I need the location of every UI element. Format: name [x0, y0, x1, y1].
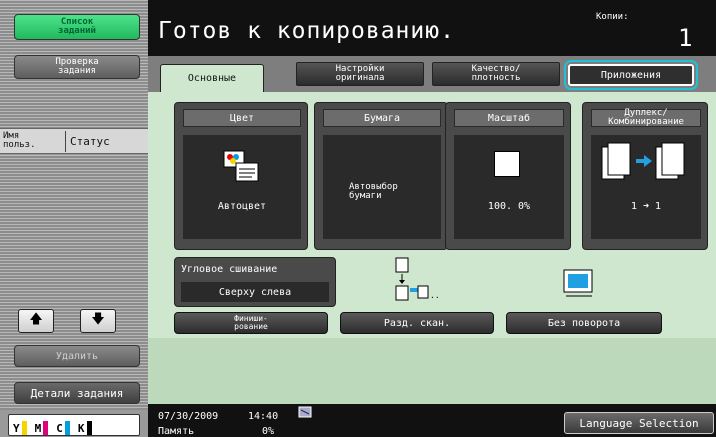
user-column-header: Имя польз. [3, 131, 36, 150]
basic-settings-panel: Цвет Автоцвет Бумага Автовыбор бумаги Ма… [148, 92, 716, 404]
status-column-header: Статус [70, 135, 110, 148]
toner-black-bar [86, 421, 92, 435]
scroll-down-button[interactable]: 🡇 [80, 309, 116, 333]
tab-label: Качество/ плотность [471, 64, 521, 83]
tab-label: Приложения [600, 69, 662, 81]
staple-function-button[interactable]: Угловое сшивание Сверху слева [174, 257, 336, 307]
paper-function-button[interactable]: Бумага Автовыбор бумаги [314, 102, 448, 250]
toner-yellow-bar [21, 421, 27, 435]
duplex-display: 1 ➜ 1 [591, 135, 701, 239]
copies-label: Копии: [596, 12, 629, 22]
job-check-label: Проверка задания [55, 57, 99, 76]
memory-label: Память [158, 426, 195, 437]
duplex-title: Дуплекс/ Комбинирование [591, 109, 701, 127]
language-selection-button[interactable]: Language Selection [564, 412, 714, 434]
separate-scan-label: Разд. скан. [383, 317, 451, 329]
page-icon [494, 151, 520, 177]
job-list-button[interactable]: Список заданий [14, 14, 140, 40]
arrow-down-icon: 🡇 [91, 312, 105, 327]
job-check-button[interactable]: Проверка задания [14, 55, 140, 79]
tab-label: Основные [187, 73, 237, 84]
scroll-up-button[interactable]: 🡅 [18, 309, 54, 333]
memory-value: 0% [262, 426, 275, 437]
copies-count[interactable]: 1 [678, 24, 692, 52]
copier-screen: Список заданий Проверка задания Имя поль… [0, 0, 716, 437]
duplex-function-button[interactable]: Дуплекс/ Комбинирование 1 ➜ 1 [582, 102, 708, 250]
toner-cyan: C [56, 421, 70, 435]
finishing-button[interactable]: Финиши- рование [174, 312, 328, 334]
delete-button[interactable]: Удалить [14, 345, 140, 367]
separate-scan-button[interactable]: Разд. скан. [340, 312, 494, 334]
tab-original-settings[interactable]: Настройки оригинала [296, 62, 424, 86]
toner-magenta: M [35, 421, 49, 435]
main-area: Готов к копированию. Копии: 1 Основные Н… [148, 0, 716, 437]
color-value: Автоцвет [217, 201, 267, 212]
status-time: 14:40 [248, 411, 279, 422]
color-title: Цвет [183, 109, 301, 127]
left-panel: Список заданий Проверка задания Имя поль… [0, 0, 148, 437]
tab-quality-density[interactable]: Качество/ плотность [432, 62, 560, 86]
tab-label: Настройки оригинала [335, 64, 385, 83]
job-details-button[interactable]: Детали задания [14, 382, 140, 404]
job-list-header: Имя польз. Статус [0, 128, 148, 154]
svg-text:...: ... [430, 291, 438, 300]
zoom-display: 100. 0% [454, 135, 564, 239]
delete-label: Удалить [55, 350, 99, 362]
toner-cyan-bar [64, 421, 70, 435]
zoom-title: Масштаб [454, 109, 564, 127]
job-details-label: Детали задания [30, 386, 124, 400]
paper-title: Бумага [323, 109, 441, 127]
color-display: Автоцвет [183, 135, 301, 239]
toner-black: K [78, 421, 92, 435]
color-function-button[interactable]: Цвет Автоцвет [174, 102, 308, 250]
zoom-function-button[interactable]: Масштаб 100. 0% [445, 102, 571, 250]
rotation-preview-icon [563, 269, 593, 297]
column-divider [65, 131, 66, 152]
job-list-label: Список заданий [58, 17, 96, 36]
duplex-value: 1 ➜ 1 [630, 201, 662, 212]
paper-value: Автовыбор бумаги [349, 182, 398, 201]
staple-value: Сверху слева [181, 282, 329, 302]
toner-levels: Y M C K [8, 414, 140, 436]
staple-title: Угловое сшивание [181, 264, 278, 275]
toner-yellow: Y [13, 421, 27, 435]
tab-applications[interactable]: Приложения [564, 60, 698, 90]
no-rotation-label: Без поворота [547, 317, 621, 329]
panel-pattern [0, 155, 148, 410]
color-document-icon [223, 150, 259, 182]
panel-footer [148, 338, 716, 404]
finishing-label: Финиши- рование [234, 314, 268, 331]
paper-display: Автовыбор бумаги [323, 135, 441, 239]
zoom-value: 100. 0% [487, 201, 531, 212]
arrow-up-icon: 🡅 [29, 312, 43, 327]
network-icon [298, 406, 312, 418]
toner-magenta-bar [43, 421, 49, 435]
duplex-icon [601, 142, 685, 180]
tab-basic[interactable]: Основные [160, 64, 264, 92]
no-rotation-button[interactable]: Без поворота [506, 312, 662, 334]
staple-position-icon: ... [395, 257, 438, 301]
status-date: 07/30/2009 [158, 411, 219, 422]
language-selection-label: Language Selection [579, 416, 699, 430]
page-title: Готов к копированию. [158, 18, 455, 44]
